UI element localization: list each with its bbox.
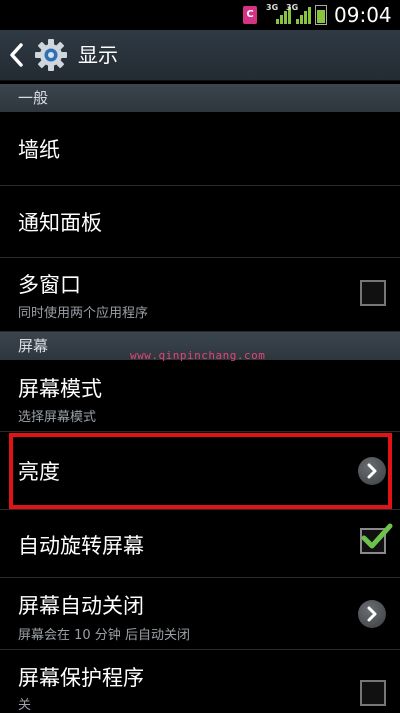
item-title: 自动旋转屏幕 [18,534,144,558]
item-subtitle: 屏幕会在 10 分钟 后自动关闭 [18,628,190,643]
item-title: 通知面板 [18,211,102,235]
settings-item-screen-timeout[interactable]: 屏幕自动关闭 屏幕会在 10 分钟 后自动关闭 [0,578,400,650]
screen-saver-checkbox[interactable] [360,680,386,706]
chevron-right-icon [358,457,386,485]
page-title: 显示 [78,43,118,67]
item-subtitle: 选择屏幕模式 [18,410,97,425]
item-title: 墙纸 [18,138,60,162]
item-title: 屏幕自动关闭 [18,594,144,618]
item-title: 多窗口 [18,273,81,297]
item-subtitle: 同时使用两个应用程序 [18,306,149,321]
settings-item-screen-saver[interactable]: 屏幕保护程序 关 [0,650,400,713]
checkmark-icon [361,523,393,549]
action-bar: 显示 [0,30,400,81]
auto-rotate-checkbox[interactable] [360,523,393,554]
signal-icon-2 [296,7,311,24]
item-subtitle: 关 [18,698,32,713]
status-bar: C 3G 3G 09:04 [0,0,400,30]
settings-item-multi-window[interactable]: 多窗口 同时使用两个应用程序 [0,258,400,332]
settings-item-screen-mode[interactable]: 屏幕模式 选择屏幕模式 [0,360,400,432]
settings-item-brightness[interactable]: 亮度 [0,432,400,510]
settings-item-notification-panel[interactable]: 通知面板 [0,186,400,258]
battery-icon [315,5,327,25]
settings-item-auto-rotate[interactable]: 自动旋转屏幕 [0,510,400,578]
section-header-general: 一般 [0,84,400,112]
settings-item-wallpaper[interactable]: 墙纸 [0,112,400,186]
app-notification-icon: C [243,6,257,24]
item-title: 屏幕保护程序 [18,666,144,690]
status-time: 09:04 [334,3,392,27]
back-arrow-icon[interactable] [8,42,24,68]
settings-gear-icon [35,39,67,71]
chevron-right-icon [358,600,386,628]
item-title: 屏幕模式 [18,377,102,401]
item-title: 亮度 [18,460,60,484]
multi-window-checkbox[interactable] [360,280,386,306]
